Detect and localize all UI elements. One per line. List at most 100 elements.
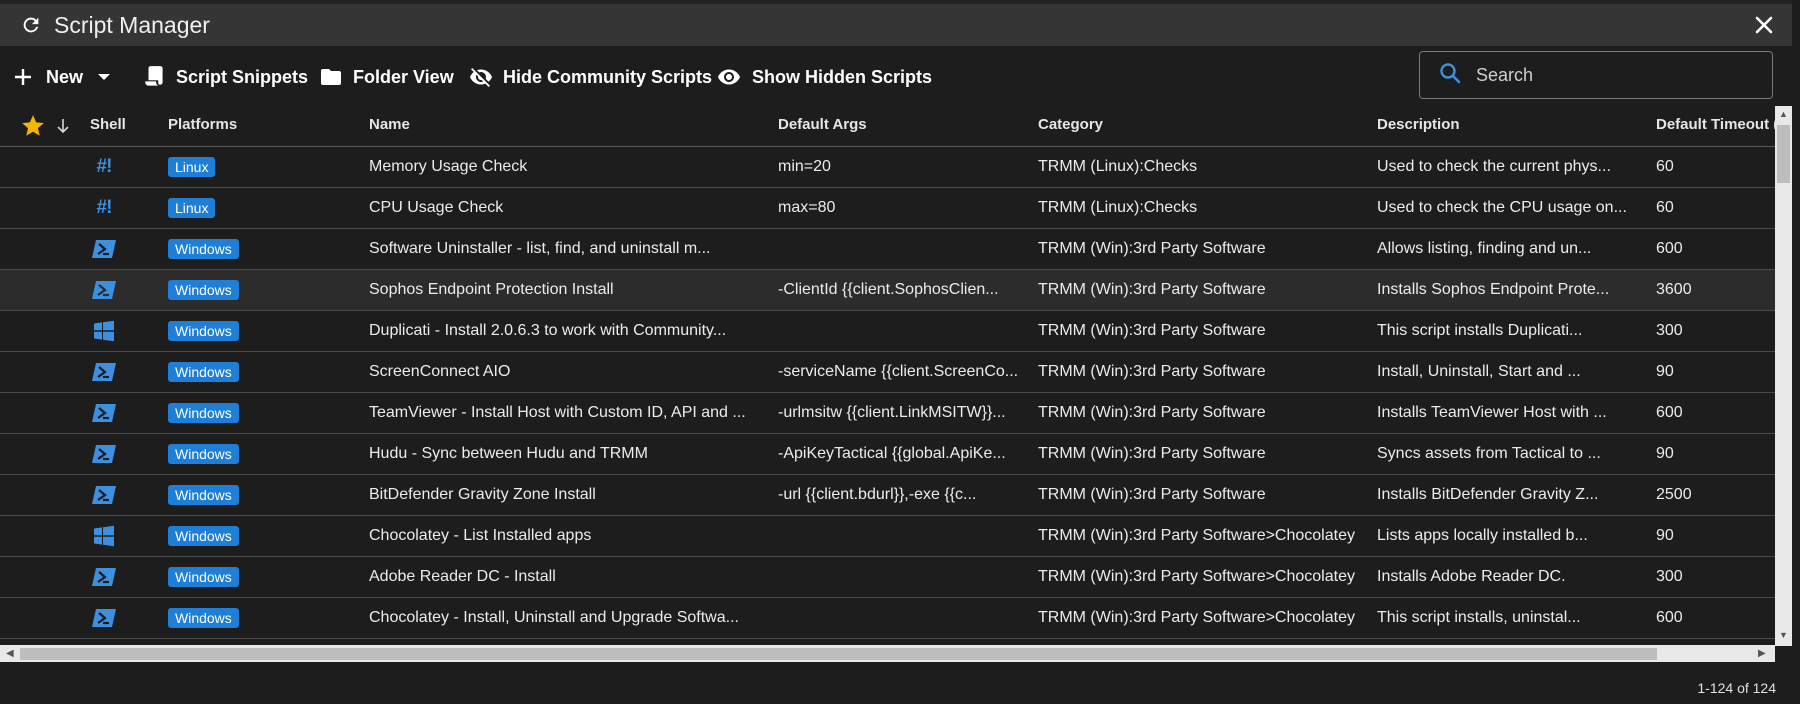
script-name: Hudu - Sync between Hudu and TRMM [369,445,648,462]
column-shell[interactable]: Shell [90,116,126,133]
window-title: Script Manager [54,11,210,38]
new-button-label: New [46,66,84,87]
category: TRMM (Win):3rd Party Software [1038,486,1266,503]
script-snippets-button[interactable]: Script Snippets [142,60,308,94]
scroll-right-arrow-icon[interactable]: ▶ [1758,648,1766,659]
scroll-down-arrow-icon[interactable]: ▼ [1779,630,1788,640]
bash-shell-icon: #! [96,156,113,177]
plus-icon [12,66,34,88]
powershell-icon [91,566,117,588]
platform-badge: Linux [168,157,216,177]
hide-community-label: Hide Community Scripts [503,66,713,87]
search-input[interactable] [1474,63,1768,87]
new-button[interactable]: New [12,60,111,94]
script-name: Adobe Reader DC - Install [369,568,556,585]
chevron-down-icon[interactable] [97,72,111,82]
search-box[interactable] [1419,51,1773,99]
table-row[interactable]: Windows BitDefender Gravity Zone Install… [0,475,1775,516]
script-name: Memory Usage Check [369,158,528,175]
column-platforms[interactable]: Platforms [168,116,237,133]
scroll-left-arrow-icon[interactable]: ◀ [6,648,14,659]
default-timeout: 60 [1656,158,1674,175]
description: Installs BitDefender Gravity Z... [1377,486,1599,503]
default-args: -ApiKeyTactical {{global.ApiKe... [778,445,1006,462]
column-description[interactable]: Description [1377,116,1460,133]
table-row[interactable]: Windows Duplicati - Install 2.0.6.3 to w… [0,311,1775,352]
default-timeout: 300 [1656,568,1683,585]
platform-badge: Windows [168,280,239,300]
category: TRMM (Win):3rd Party Software [1038,322,1266,339]
script-icon [142,64,168,90]
description: Installs TeamViewer Host with ... [1377,404,1607,421]
column-default-args[interactable]: Default Args [778,116,867,133]
sort-arrow-down-icon[interactable] [56,118,70,139]
default-timeout: 600 [1656,404,1683,421]
close-icon[interactable] [1754,15,1774,35]
table-row[interactable]: Windows Hudu - Sync between Hudu and TRM… [0,434,1775,475]
table-row[interactable]: #! Linux Memory Usage Check min=20 TRMM … [0,147,1775,188]
table-row[interactable]: #! Linux CPU Usage Check max=80 TRMM (Li… [0,188,1775,229]
category: TRMM (Linux):Checks [1038,199,1198,216]
horizontal-scroll-thumb[interactable] [20,648,1657,660]
description: Installs Adobe Reader DC. [1377,568,1566,585]
default-timeout: 600 [1656,240,1683,257]
folder-view-label: Folder View [353,66,454,87]
table-row[interactable]: Windows Sophos Endpoint Protection Insta… [0,270,1775,311]
bash-shell-icon: #! [96,197,113,218]
platform-badge: Windows [168,321,239,341]
windows-cmd-icon [91,525,117,547]
powershell-icon [91,279,117,301]
powershell-icon [91,443,117,465]
platform-badge: Windows [168,485,239,505]
vertical-scroll-thumb[interactable] [1777,125,1790,183]
description: Used to check the current phys... [1377,158,1611,175]
table-row[interactable]: Windows Software Uninstaller - list, fin… [0,229,1775,270]
platform-badge: Windows [168,239,239,259]
platform-badge: Windows [168,567,239,587]
folder-icon [318,65,344,89]
default-timeout: 600 [1656,609,1683,626]
window-edge [1792,0,1800,704]
table-row[interactable]: Windows TeamViewer - Install Host with C… [0,393,1775,434]
eye-icon [714,65,744,89]
script-name: Software Uninstaller - list, find, and u… [369,240,711,257]
powershell-icon [91,361,117,383]
description: Lists apps locally installed b... [1377,527,1588,544]
script-table: #! Linux Memory Usage Check min=20 TRMM … [0,147,1775,639]
column-category[interactable]: Category [1038,116,1103,133]
table-header: Shell Platforms Name Default Args Catego… [0,106,1775,147]
description: This script installs, uninstal... [1377,609,1581,626]
default-timeout: 90 [1656,445,1674,462]
default-timeout: 90 [1656,527,1674,544]
vertical-scrollbar[interactable] [1775,106,1792,646]
script-name: Chocolatey - Install, Uninstall and Upgr… [369,609,739,626]
default-args: min=20 [778,158,831,175]
windows-cmd-icon [91,320,117,342]
category: TRMM (Win):3rd Party Software [1038,445,1266,462]
platform-badge: Windows [168,362,239,382]
refresh-icon[interactable] [20,14,42,36]
table-row[interactable]: Windows ScreenConnect AIO -serviceName {… [0,352,1775,393]
hide-community-button[interactable]: Hide Community Scripts [467,60,712,94]
column-name[interactable]: Name [369,116,410,133]
table-row[interactable]: Windows Chocolatey - List Installed apps… [0,516,1775,557]
folder-view-button[interactable]: Folder View [318,60,454,94]
scroll-up-arrow-icon[interactable]: ▲ [1779,109,1788,119]
column-default-timeout[interactable]: Default Timeout (seconds) [1656,116,1775,133]
table-row[interactable]: Windows Chocolatey - Install, Uninstall … [0,598,1775,639]
script-name: Chocolatey - List Installed apps [369,527,592,544]
script-name: Duplicati - Install 2.0.6.3 to work with… [369,322,727,339]
eye-off-icon [467,65,495,89]
table-row[interactable]: Windows Adobe Reader DC - Install TRMM (… [0,557,1775,598]
default-timeout: 300 [1656,322,1683,339]
platform-badge: Linux [168,198,216,218]
platform-badge: Windows [168,403,239,423]
favorite-star-icon[interactable] [20,113,46,144]
category: TRMM (Win):3rd Party Software>Chocolatey [1038,609,1355,626]
default-args: -ClientId {{client.SophosClien... [778,281,999,298]
powershell-icon [91,607,117,629]
script-name: TeamViewer - Install Host with Custom ID… [369,404,746,421]
show-hidden-button[interactable]: Show Hidden Scripts [714,60,932,94]
default-args: max=80 [778,199,836,216]
script-name: BitDefender Gravity Zone Install [369,486,596,503]
